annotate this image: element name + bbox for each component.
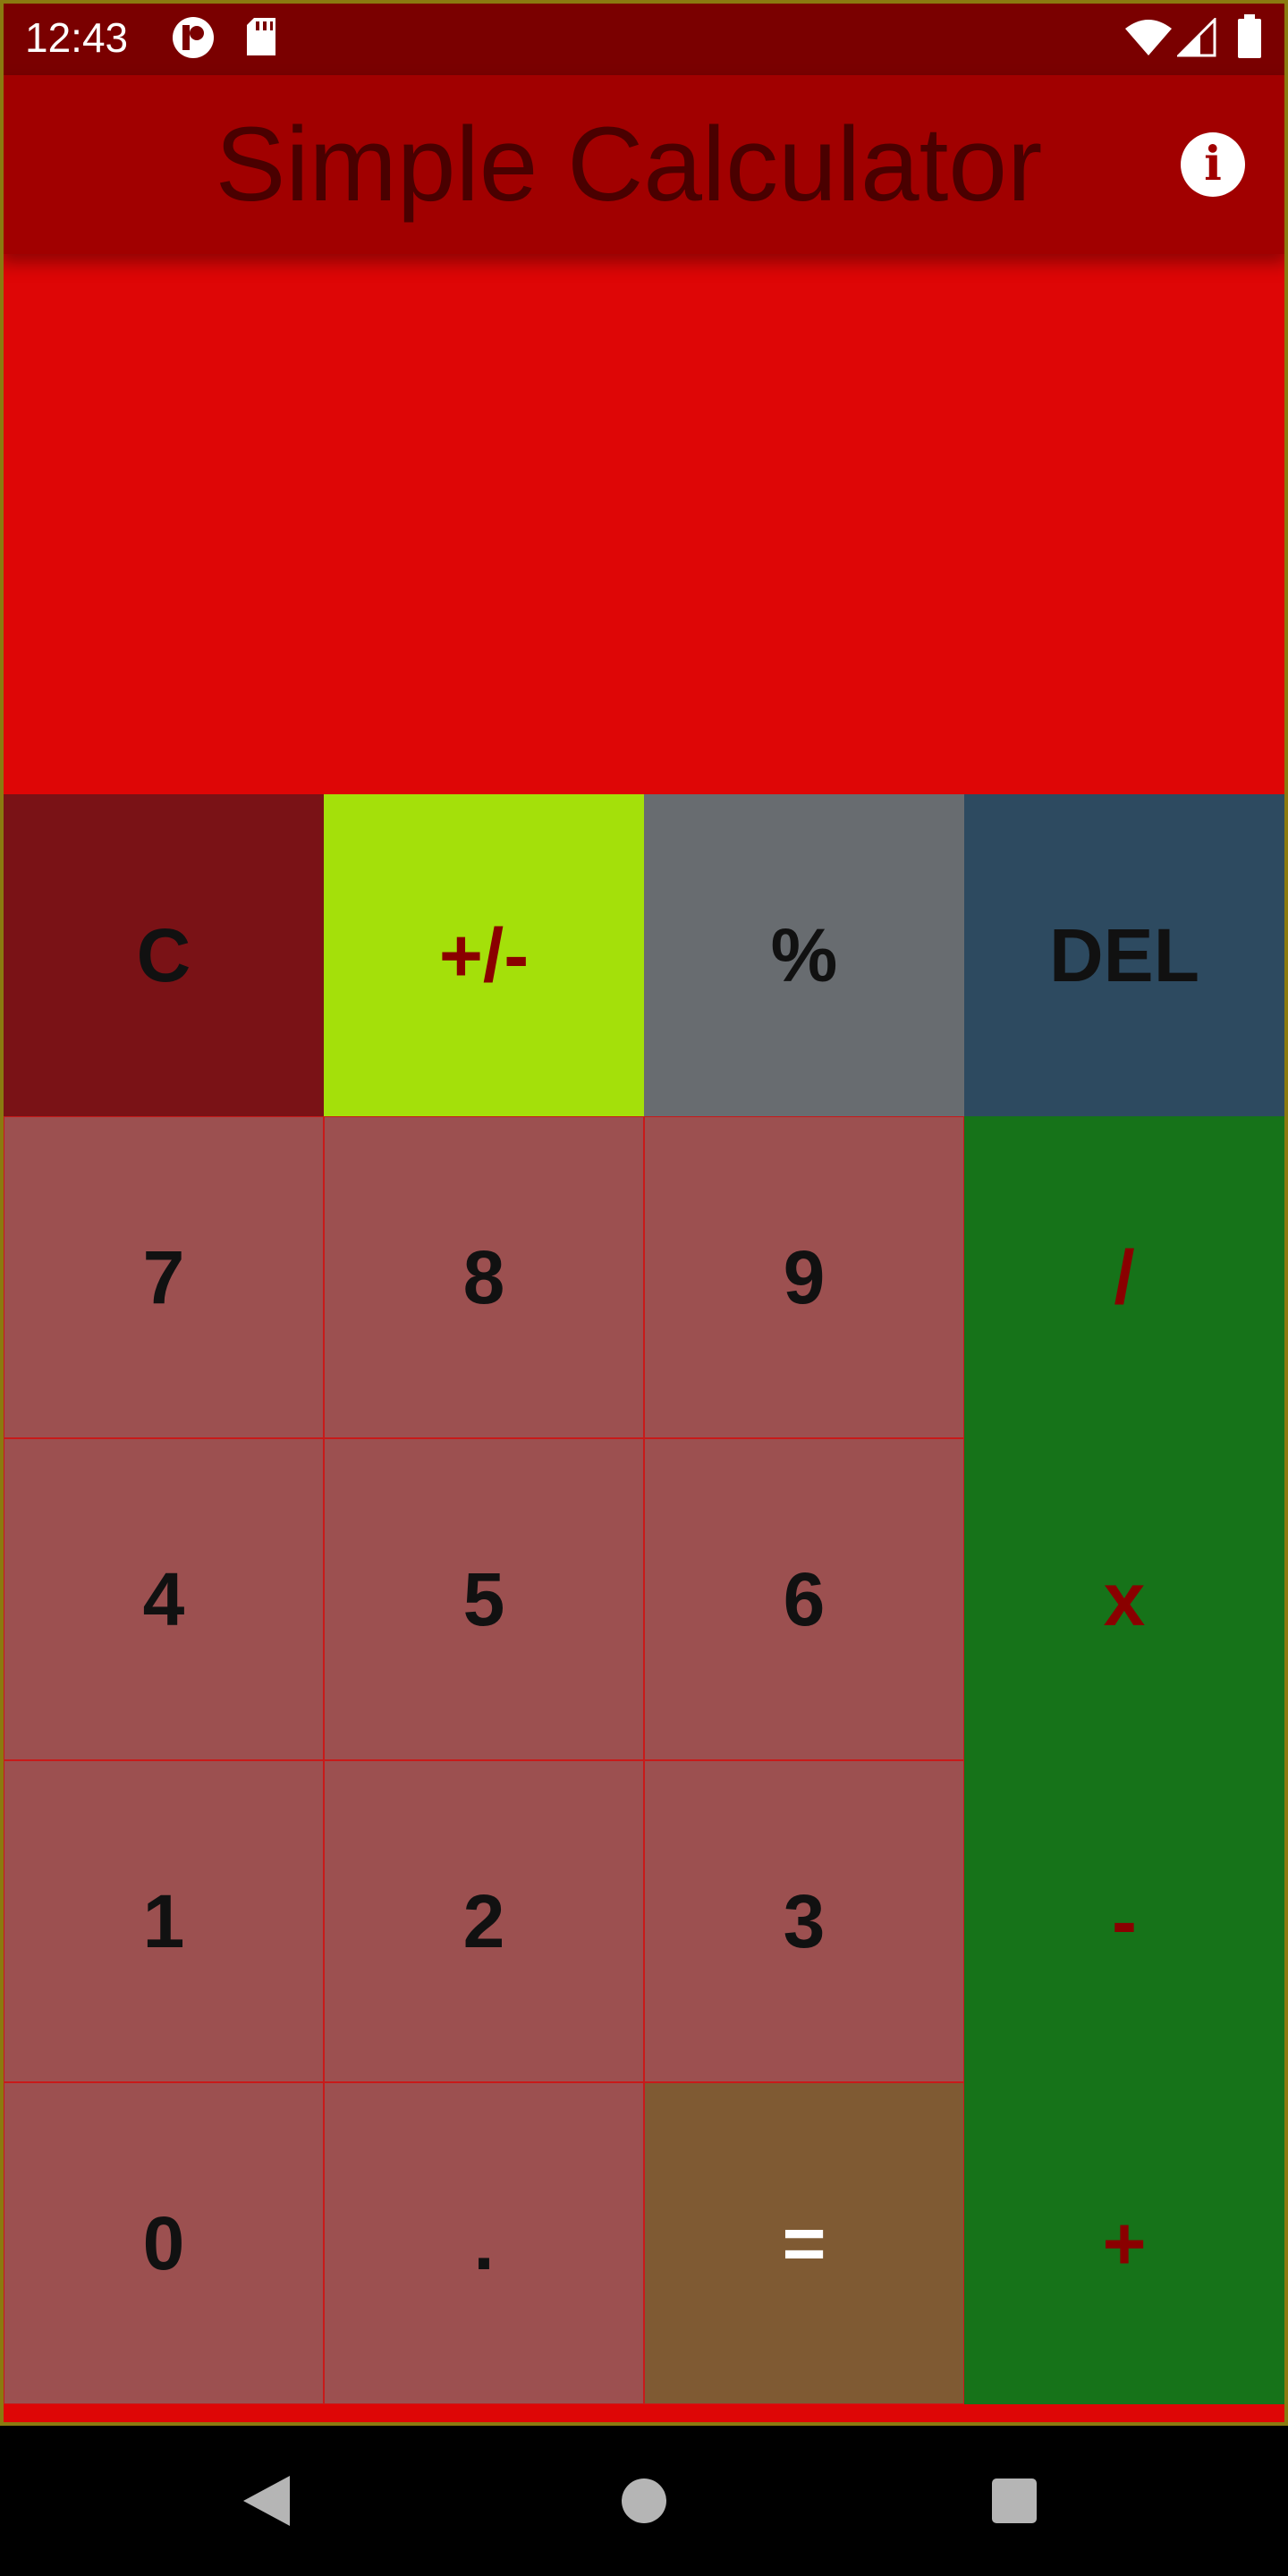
digit-9-button[interactable]: 9 [644,1116,964,1438]
subtract-button[interactable]: - [964,1760,1284,2082]
info-icon[interactable]: i [1181,132,1245,197]
digit-4-button[interactable]: 4 [4,1438,324,1760]
bottom-strip [4,2404,1284,2424]
home-icon[interactable] [621,2478,667,2529]
sd-card-icon [243,16,279,62]
digit-1-button[interactable]: 1 [4,1760,324,2082]
signal-icon [1175,16,1216,62]
digit-3-button[interactable]: 3 [644,1760,964,2082]
sign-toggle-button[interactable]: +/- [324,794,644,1116]
battery-icon [1236,14,1263,64]
recents-icon[interactable] [991,2478,1038,2529]
digit-6-button[interactable]: 6 [644,1438,964,1760]
wifi-icon [1123,18,1174,62]
app-title: Simple Calculator [215,106,1043,224]
digit-0-button[interactable]: 0 [4,2082,324,2404]
navigation-bar [0,2426,1288,2576]
status-bar: 12:43 [0,0,1288,75]
add-button[interactable]: + [964,2082,1284,2404]
status-time: 12:43 [25,14,129,61]
result-display [0,254,1288,794]
divide-button[interactable]: / [964,1116,1284,1438]
digit-5-button[interactable]: 5 [324,1438,644,1760]
back-icon[interactable] [242,2474,292,2532]
decimal-button[interactable]: . [324,2082,644,2404]
app-bar: Simple Calculator i [0,75,1288,254]
equals-button[interactable]: = [644,2082,964,2404]
delete-button[interactable]: DEL [964,794,1284,1116]
notification-icon [170,16,216,64]
digit-7-button[interactable]: 7 [4,1116,324,1438]
calculator-screen: 12:43 Simple Calculator i C +/- % DEL 7 … [0,0,1288,2576]
multiply-button[interactable]: x [964,1438,1284,1760]
clear-button[interactable]: C [4,794,324,1116]
percent-button[interactable]: % [644,794,964,1116]
digit-2-button[interactable]: 2 [324,1760,644,2082]
keypad: C +/- % DEL 7 8 9 / 4 5 6 x 1 2 3 - 0 . … [4,794,1284,2404]
digit-8-button[interactable]: 8 [324,1116,644,1438]
